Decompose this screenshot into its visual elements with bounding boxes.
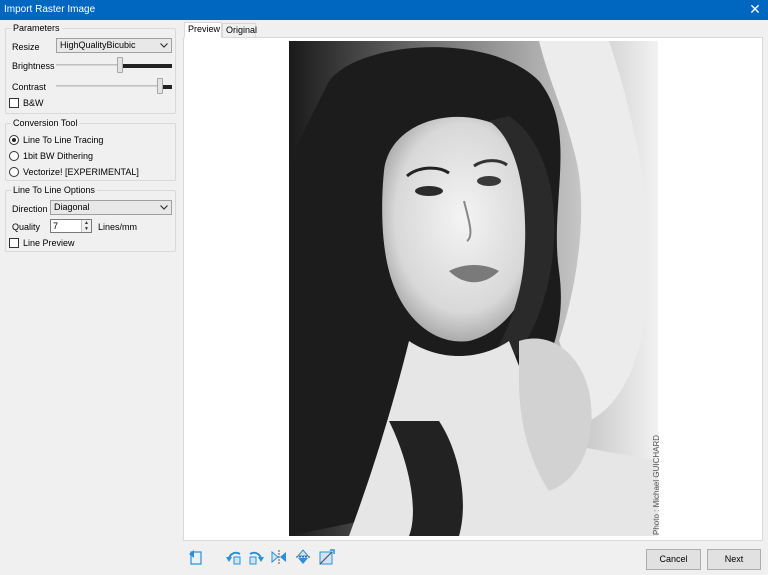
bw-label: B&W (23, 98, 44, 108)
option-vectorize-label: Vectorize! [EXPERIMENTAL] (23, 167, 139, 177)
line-preview-checkbox[interactable] (9, 238, 19, 248)
next-button[interactable]: Next (707, 549, 761, 570)
line-preview-label: Line Preview (23, 238, 75, 248)
resize-value: HighQualityBicubic (60, 40, 136, 50)
radio-1bit-dithering[interactable] (9, 151, 19, 161)
contrast-thumb[interactable] (157, 78, 164, 94)
rotate-left-icon[interactable] (225, 548, 243, 566)
quality-value: 7 (53, 221, 59, 231)
cancel-button[interactable]: Cancel (646, 549, 701, 570)
option-line-to-line-label: Line To Line Tracing (23, 135, 104, 145)
preview-image (289, 41, 658, 536)
radio-line-to-line[interactable] (9, 135, 19, 145)
contrast-label: Contrast (12, 82, 47, 92)
tab-original[interactable]: Original (222, 23, 257, 38)
close-icon[interactable]: ✕ (742, 0, 768, 20)
tab-preview[interactable]: Preview (184, 22, 222, 38)
brightness-label: Brightness (12, 61, 55, 71)
direction-value: Diagonal (54, 202, 90, 212)
brightness-track-filled (122, 64, 172, 68)
flip-vertical-icon[interactable] (294, 548, 312, 566)
photo-credit: Photo : Michael GUICHARD (652, 434, 661, 535)
chevron-down-icon (160, 43, 168, 48)
portrait-photo (289, 41, 658, 536)
parameters-legend: Parameters (13, 23, 60, 33)
quality-unit: Lines/mm (98, 222, 138, 232)
contrast-track-filled (163, 85, 172, 89)
quality-stepper-buttons[interactable]: ▲ ▼ (81, 220, 91, 232)
title-bar: Import Raster Image ✕ (0, 0, 768, 20)
resize-label: Resize (12, 42, 40, 52)
radio-vectorize[interactable] (9, 167, 19, 177)
reset-icon[interactable] (186, 548, 204, 566)
brightness-thumb[interactable] (116, 57, 123, 73)
chevron-down-icon[interactable]: ▼ (82, 226, 91, 232)
invert-icon[interactable] (318, 548, 336, 566)
direction-label: Direction (12, 204, 48, 214)
option-1bit-dithering-label: 1bit BW Dithering (23, 151, 94, 161)
direction-select[interactable]: Diagonal (50, 200, 172, 215)
bw-checkbox[interactable] (9, 98, 19, 108)
conversion-tool-legend: Conversion Tool (13, 118, 78, 128)
window-title: Import Raster Image (4, 4, 96, 15)
line-options-legend: Line To Line Options (13, 185, 95, 195)
flip-horizontal-icon[interactable] (270, 548, 288, 566)
rotate-right-icon[interactable] (247, 548, 265, 566)
quality-stepper[interactable]: 7 ▲ ▼ (50, 219, 92, 233)
quality-label: Quality (12, 222, 41, 232)
resize-select[interactable]: HighQualityBicubic (56, 38, 172, 53)
contrast-track (56, 85, 172, 87)
chevron-down-icon (160, 205, 168, 210)
